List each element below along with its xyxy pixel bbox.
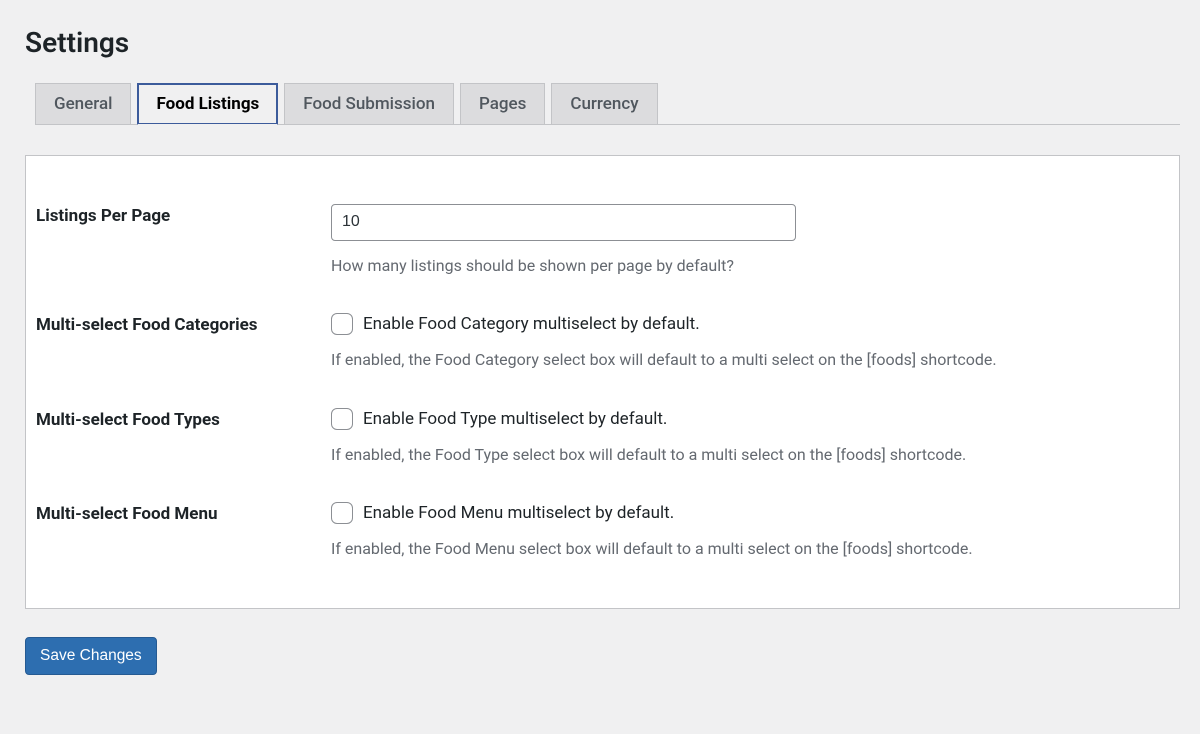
label-multi-menu: Multi-select Food Menu xyxy=(36,484,331,578)
desc-multi-menu: If enabled, the Food Menu select box wil… xyxy=(331,538,1169,560)
tab-food-listings[interactable]: Food Listings xyxy=(137,83,278,125)
checkbox-multi-categories[interactable] xyxy=(331,313,353,335)
tab-food-submission[interactable]: Food Submission xyxy=(284,83,454,125)
desc-multi-types: If enabled, the Food Type select box wil… xyxy=(331,444,1169,466)
settings-form-table: Listings Per Page How many listings shou… xyxy=(36,186,1169,578)
save-changes-button[interactable]: Save Changes xyxy=(25,637,157,675)
checkbox-label-multi-types: Enable Food Type multiselect by default. xyxy=(363,409,667,429)
label-multi-categories: Multi-select Food Categories xyxy=(36,295,331,389)
page-title: Settings xyxy=(25,26,1180,59)
checkbox-label-multi-categories: Enable Food Category multiselect by defa… xyxy=(363,314,700,334)
checkbox-multi-menu[interactable] xyxy=(331,502,353,524)
checkbox-label-multi-menu: Enable Food Menu multiselect by default. xyxy=(363,503,674,523)
settings-tabs: General Food Listings Food Submission Pa… xyxy=(35,83,1180,125)
tab-currency[interactable]: Currency xyxy=(551,83,657,125)
desc-multi-categories: If enabled, the Food Category select box… xyxy=(331,349,1169,371)
checkbox-multi-types[interactable] xyxy=(331,408,353,430)
label-multi-types: Multi-select Food Types xyxy=(36,390,331,484)
settings-panel: Listings Per Page How many listings shou… xyxy=(25,155,1180,609)
input-listings-per-page[interactable] xyxy=(331,204,796,240)
tab-pages[interactable]: Pages xyxy=(460,83,545,125)
label-listings-per-page: Listings Per Page xyxy=(36,186,331,295)
desc-listings-per-page: How many listings should be shown per pa… xyxy=(331,255,1169,277)
tab-general[interactable]: General xyxy=(35,83,131,125)
